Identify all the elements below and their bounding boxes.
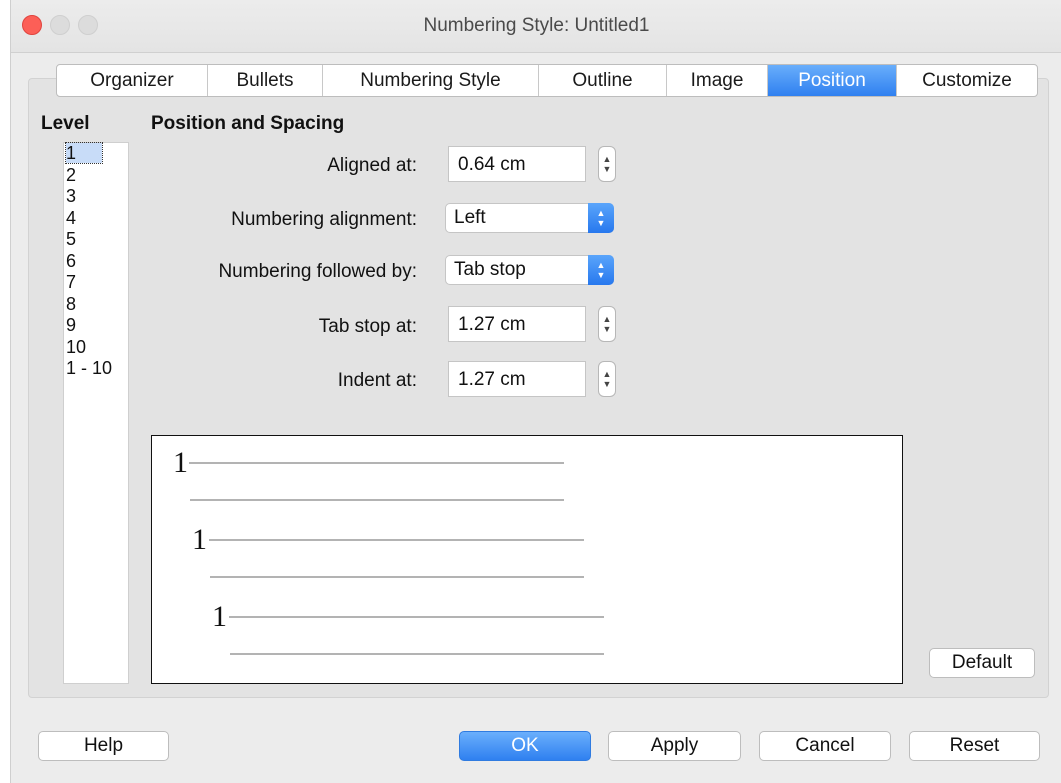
chevron-updown-icon: ▲ ▼: [588, 203, 614, 233]
tab-bar: Organizer Bullets Numbering Style Outlin…: [56, 64, 1038, 97]
level-item[interactable]: 1 - 10: [64, 358, 128, 380]
preview-line: [210, 576, 584, 578]
preview-line: [229, 616, 604, 618]
default-button[interactable]: Default: [929, 648, 1035, 678]
tab-position[interactable]: Position: [768, 65, 897, 96]
aligned-at-label: Aligned at:: [327, 155, 417, 176]
preview-number: 1: [173, 446, 188, 479]
chevron-down-icon[interactable]: ▼: [603, 379, 612, 389]
tab-outline[interactable]: Outline: [539, 65, 667, 96]
level-item[interactable]: 10: [64, 337, 128, 359]
level-item[interactable]: 9: [64, 315, 128, 337]
chevron-up-icon[interactable]: ▲: [603, 314, 612, 324]
level-item[interactable]: 4: [64, 208, 128, 230]
numbering-alignment-label: Numbering alignment:: [231, 209, 417, 230]
level-item[interactable]: 8: [64, 294, 128, 316]
tab-customize[interactable]: Customize: [897, 65, 1037, 96]
aligned-at-field[interactable]: 0.64 cm: [448, 146, 586, 182]
level-item[interactable]: 7: [64, 272, 128, 294]
chevron-updown-icon: ▲ ▼: [588, 255, 614, 285]
aligned-at-stepper[interactable]: ▲ ▼: [598, 146, 616, 182]
tab-numbering-style[interactable]: Numbering Style: [323, 65, 539, 96]
level-list[interactable]: 1 2 3 4 5 6 7 8 9 10 1 - 10: [63, 142, 129, 684]
dialog-window: Numbering Style: Untitled1 Organizer Bul…: [10, 0, 1061, 783]
numbering-followed-by-select[interactable]: Tab stop ▲ ▼: [445, 255, 614, 285]
cancel-button[interactable]: Cancel: [759, 731, 891, 761]
level-item[interactable]: 2: [64, 165, 128, 187]
level-item[interactable]: 5: [64, 229, 128, 251]
tab-organizer[interactable]: Organizer: [57, 65, 208, 96]
apply-button[interactable]: Apply: [608, 731, 741, 761]
preview-line: [209, 539, 584, 541]
numbering-followed-by-label: Numbering followed by:: [218, 261, 417, 282]
tab-stop-at-stepper[interactable]: ▲ ▼: [598, 306, 616, 342]
tab-image[interactable]: Image: [667, 65, 768, 96]
numbering-alignment-select[interactable]: Left ▲ ▼: [445, 203, 614, 233]
tab-stop-at-field[interactable]: 1.27 cm: [448, 306, 586, 342]
chevron-up-icon[interactable]: ▲: [603, 154, 612, 164]
level-item[interactable]: 3: [64, 186, 128, 208]
tab-stop-at-label: Tab stop at:: [318, 316, 417, 337]
help-button[interactable]: Help: [38, 731, 169, 761]
chevron-down-icon[interactable]: ▼: [603, 164, 612, 174]
indent-at-label: Indent at:: [337, 370, 417, 391]
chevron-down-icon[interactable]: ▼: [603, 324, 612, 334]
window-title: Numbering Style: Untitled1: [423, 15, 650, 36]
reset-button[interactable]: Reset: [909, 731, 1040, 761]
indent-at-stepper[interactable]: ▲ ▼: [598, 361, 616, 397]
ok-button[interactable]: OK: [459, 731, 591, 761]
preview-line: [230, 653, 604, 655]
numbering-preview: 1 1 1: [151, 435, 903, 684]
preview-number: 1: [192, 523, 207, 556]
position-spacing-heading: Position and Spacing: [151, 113, 345, 134]
level-item[interactable]: 6: [64, 251, 128, 273]
preview-line: [190, 499, 564, 501]
numbering-followed-by-value: Tab stop: [454, 259, 526, 280]
tab-bullets[interactable]: Bullets: [208, 65, 323, 96]
level-item[interactable]: 1: [64, 142, 128, 165]
title-bar: Numbering Style: Untitled1: [11, 0, 1061, 53]
numbering-alignment-value: Left: [454, 207, 486, 228]
preview-number: 1: [212, 600, 227, 633]
level-heading: Level: [41, 113, 90, 134]
preview-line: [189, 462, 564, 464]
chevron-up-icon[interactable]: ▲: [603, 369, 612, 379]
indent-at-field[interactable]: 1.27 cm: [448, 361, 586, 397]
